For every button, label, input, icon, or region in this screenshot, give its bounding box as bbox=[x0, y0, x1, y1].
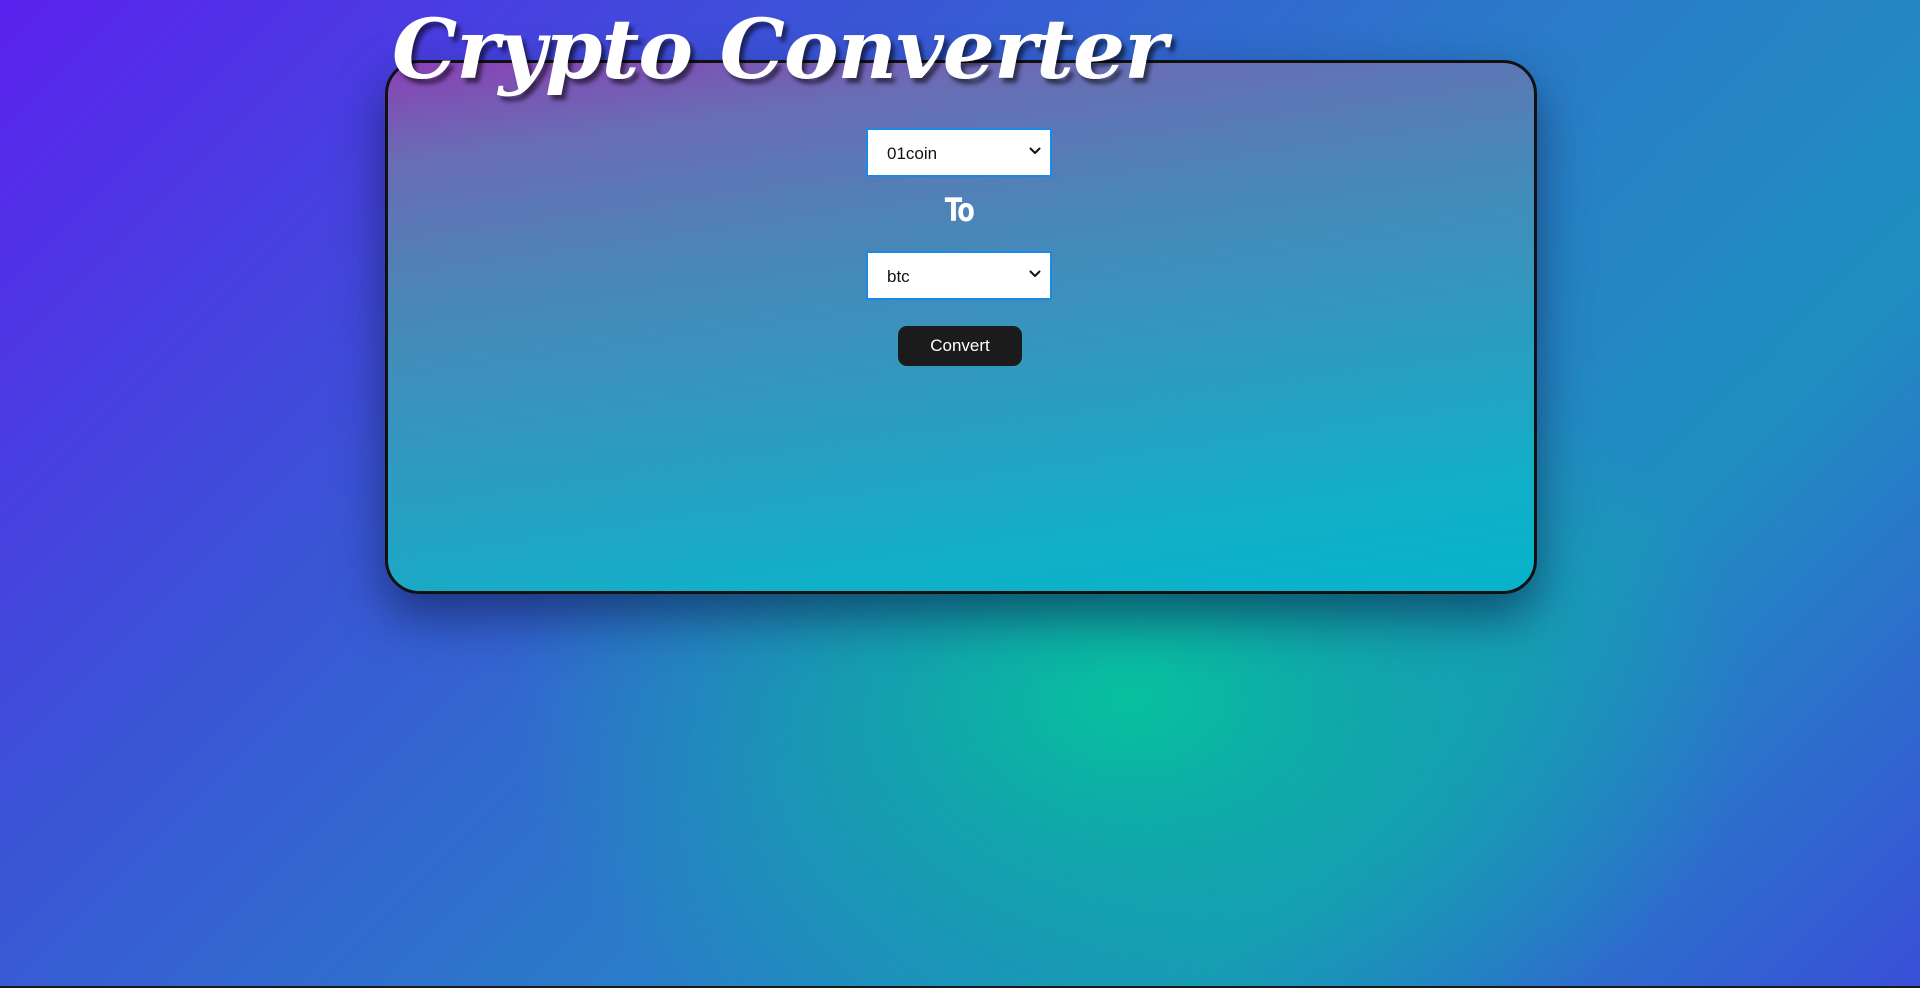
page-title: Crypto Converter bbox=[392, 2, 1167, 98]
convert-button[interactable]: Convert bbox=[898, 326, 1022, 366]
to-currency-select[interactable]: btc bbox=[866, 251, 1052, 300]
chevron-down-icon bbox=[1029, 147, 1041, 154]
to-label: To bbox=[944, 191, 975, 229]
from-currency-value: 01coin bbox=[887, 144, 938, 163]
chevron-down-icon bbox=[1029, 270, 1041, 277]
to-currency-value: btc bbox=[887, 267, 910, 286]
from-currency-select[interactable]: 01coin bbox=[866, 128, 1052, 177]
